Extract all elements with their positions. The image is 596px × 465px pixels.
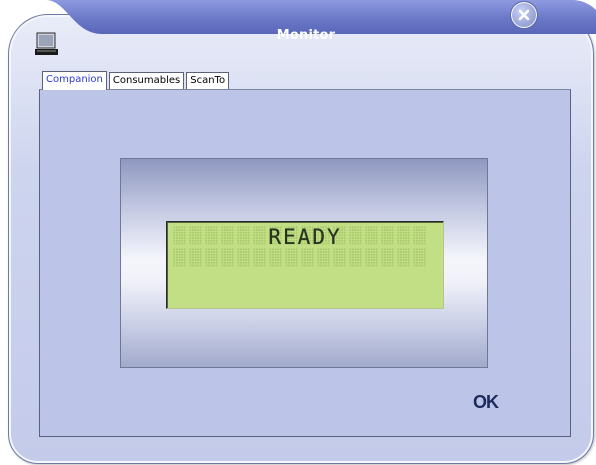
- lcd-char-cell: [285, 248, 298, 267]
- lcd-char-cell: [413, 248, 426, 267]
- lcd-char-cell: [317, 248, 330, 267]
- lcd-char-cell: [173, 248, 186, 267]
- lcd-char-cell: [269, 248, 282, 267]
- lcd-char-cell: [349, 248, 362, 267]
- lcd-screen: READY: [166, 221, 444, 309]
- lcd-status-text: READY: [268, 225, 342, 249]
- tab-companion[interactable]: Companion: [42, 71, 107, 90]
- lcd-char-cell: [301, 248, 314, 267]
- lcd-char-cell: [237, 248, 250, 267]
- tab-consumables[interactable]: Consumables: [108, 72, 185, 89]
- close-button[interactable]: [510, 1, 538, 29]
- lcd-char-cell: [205, 248, 218, 267]
- window-title: Monitor: [276, 28, 336, 43]
- lcd-char-cell: [365, 248, 378, 267]
- lcd-char-cell: [189, 248, 202, 267]
- lcd-char-cell: [333, 248, 346, 267]
- ok-button[interactable]: OK: [473, 390, 509, 414]
- lcd-row-bottom: [173, 248, 426, 267]
- close-icon: [518, 9, 530, 21]
- computer-monitor-icon: [34, 31, 60, 57]
- tab-strip: Companion Consumables ScanTo: [42, 71, 231, 90]
- lcd-char-cell: [381, 248, 394, 267]
- tab-scanto[interactable]: ScanTo: [186, 72, 230, 89]
- lcd-char-cell: [253, 248, 266, 267]
- lcd-char-cell: [221, 248, 234, 267]
- lcd-char-cell: [397, 248, 410, 267]
